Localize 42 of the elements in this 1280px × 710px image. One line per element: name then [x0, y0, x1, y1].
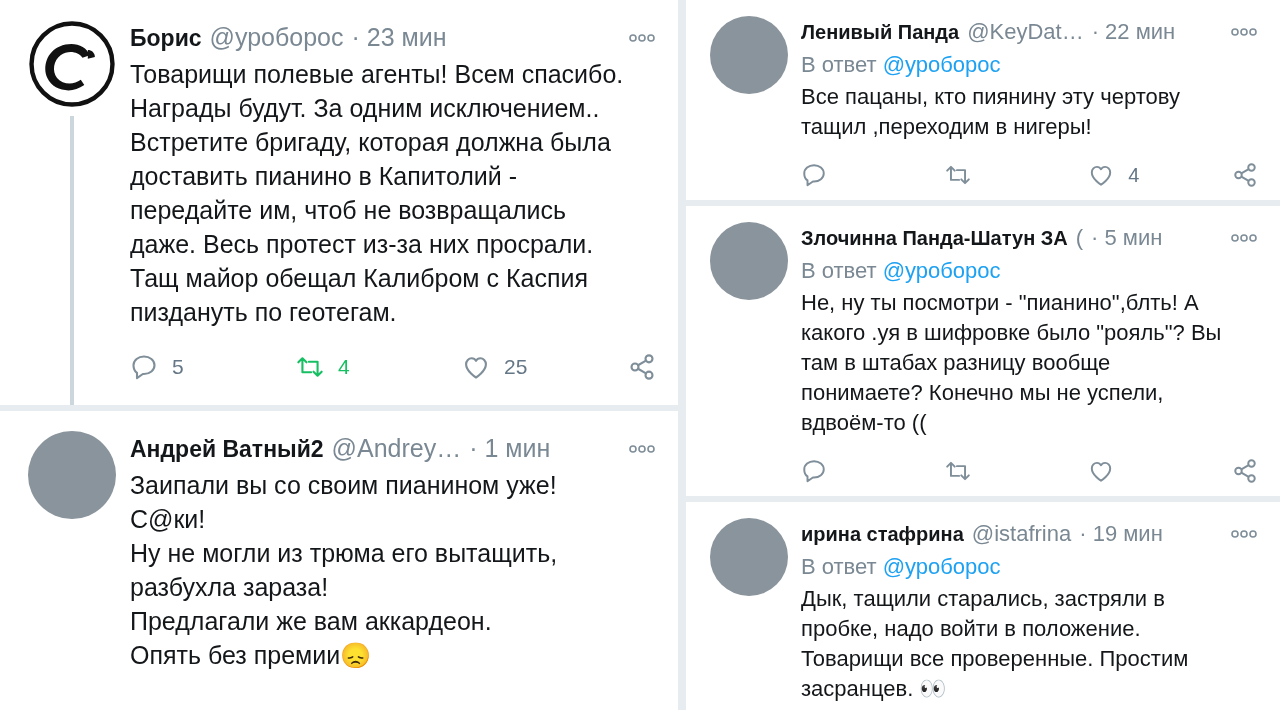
tweet-text: Дык, тащили старались, застряли в пробке, надо войти в положение. Товарищи все проверенные. Простим засранцев. 👀	[801, 585, 1190, 703]
user-name[interactable]: Ленивый Панда	[801, 16, 960, 48]
retweet-count: 4	[338, 355, 350, 379]
user-name[interactable]: Борис	[130, 21, 202, 55]
mention-link[interactable]: @уроборос	[882, 254, 1001, 288]
more-icon[interactable]	[628, 442, 656, 455]
user-handle[interactable]: @Andrey…	[331, 431, 462, 465]
mention-link[interactable]: @уроборос	[882, 550, 1001, 584]
tweet-text: Не, ну ты посмотри - "пианино",блть! А какого .уя в шифровке было "рояль"? Вы там в штабах разницу вообще понимаете? Конечно мы не успели, вдвоём-то ((	[801, 289, 1223, 437]
timestamp[interactable]: · 22 мин	[1091, 16, 1176, 48]
user-name[interactable]: ирина стафрина	[801, 518, 964, 550]
tweet-text: Все пацаны, кто пиянину эту чертову тащил ,переходим в нигеры!	[801, 83, 1181, 141]
more-icon[interactable]	[628, 31, 656, 44]
user-handle[interactable]: @istafrina	[971, 518, 1072, 550]
reply-icon[interactable]	[801, 162, 827, 188]
timestamp[interactable]: · 23 мин	[351, 20, 447, 54]
mention-link[interactable]: @уроборос	[882, 48, 1001, 82]
share-icon[interactable]	[1232, 458, 1258, 484]
like-count: 4	[1128, 163, 1140, 187]
share-icon[interactable]	[628, 353, 656, 381]
more-icon[interactable]	[1230, 528, 1258, 540]
reply-label: В ответ	[801, 51, 877, 79]
reply-label: В ответ	[801, 257, 877, 285]
logo-avatar[interactable]	[28, 20, 116, 108]
user-name[interactable]: Злочинна Панда-Шатун ЗА	[801, 222, 1068, 254]
more-icon[interactable]	[1230, 26, 1258, 38]
timestamp[interactable]: · 1 мин	[469, 431, 551, 465]
user-handle[interactable]: @уроборос	[209, 20, 344, 54]
user-handle[interactable]: (	[1075, 222, 1084, 254]
reply-icon[interactable]	[801, 458, 827, 484]
timestamp[interactable]: · 19 мин	[1079, 518, 1163, 550]
reply-icon[interactable]	[130, 353, 158, 381]
timestamp[interactable]: · 5 мин	[1091, 222, 1163, 254]
user-name[interactable]: Андрей Ватный2	[130, 432, 324, 466]
reply-label: В ответ	[801, 553, 877, 581]
more-icon[interactable]	[1230, 232, 1258, 244]
user-handle[interactable]: @KeyDat…	[967, 16, 1084, 48]
tweet-text: Заипали вы со своим пианином уже! С@ки! Ну не могли из трюма его вытащить, разбухла зараза! Предлагали же вам аккардеон. Опять без премии😞	[130, 470, 559, 671]
tweet-text: Товарищи полевые агенты! Всем спасибо. Награды будут. За одним исключением.. Встретите бригаду, которая должна была доставить пианино в Капитолий - передайте им, чтоб не возвращались даже. Весь протест из-за них просрали. Тащ майор обещал Калибром с Каспия пиздануть по геотегам.	[130, 59, 625, 328]
reply-count: 5	[172, 355, 184, 379]
like-count: 25	[504, 355, 528, 379]
share-icon[interactable]	[1232, 162, 1258, 188]
